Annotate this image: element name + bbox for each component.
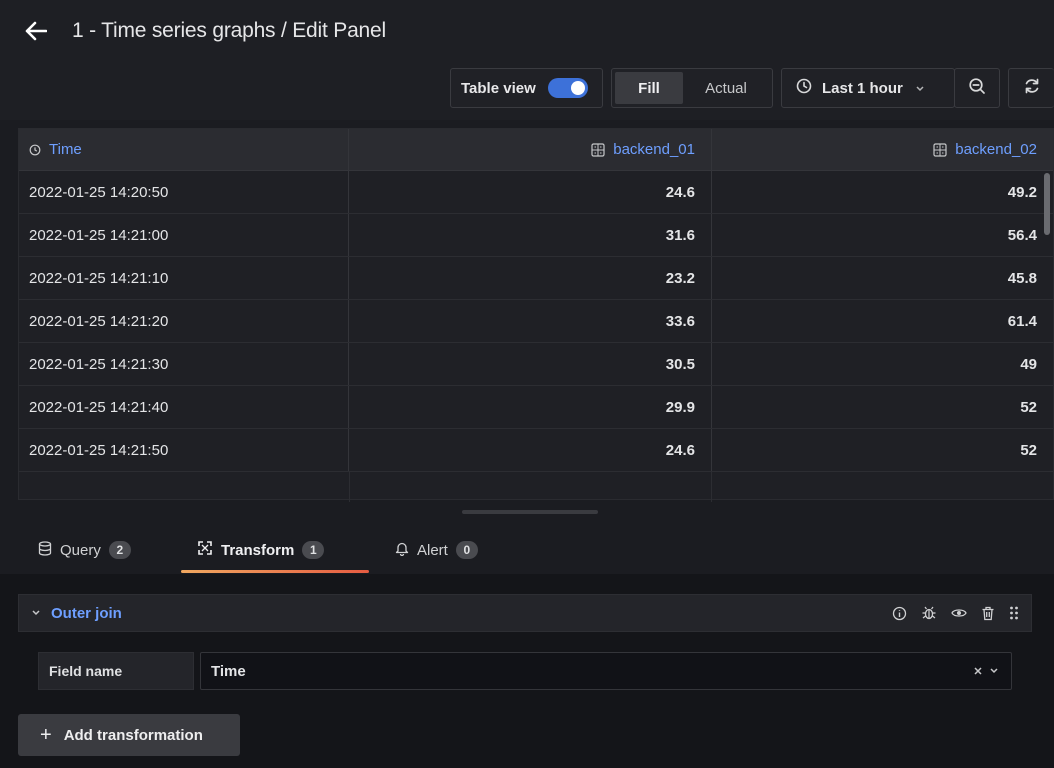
clock-icon: [29, 144, 41, 156]
fill-actual-group: Fill Actual: [611, 68, 773, 108]
cell-time: 2022-01-25 14:21:40: [19, 386, 349, 428]
clock-icon: [796, 78, 812, 98]
field-name-value: Time: [211, 662, 246, 680]
table-row: 2022-01-25 14:21:50 24.6 52: [19, 429, 1053, 472]
cell-backend-02: 61.4: [1007, 312, 1037, 330]
table-row: 2022-01-25 14:20:50 24.6 49.2: [19, 171, 1053, 214]
column-header-time[interactable]: Time: [19, 129, 349, 170]
add-transformation-button[interactable]: + Add transformation: [18, 714, 240, 756]
fill-button[interactable]: Fill: [615, 72, 683, 104]
table-row-partial: [19, 472, 1053, 502]
cell-time: 2022-01-25 14:21:00: [19, 214, 349, 256]
tab-transform[interactable]: Transform 1: [181, 530, 371, 573]
cell-time: 2022-01-25 14:21:10: [19, 257, 349, 299]
number-field-icon: [591, 142, 605, 157]
cell-time: 2022-01-25 14:21:30: [19, 343, 349, 385]
cell-backend-02: 45.8: [1007, 269, 1037, 287]
info-icon[interactable]: [892, 606, 907, 621]
cell-backend-01: 24.6: [349, 429, 712, 471]
actual-button[interactable]: Actual: [683, 72, 769, 104]
cell-backend-01: 23.2: [349, 257, 712, 299]
chevron-down-icon[interactable]: [989, 667, 999, 675]
column-header-label: Time: [49, 141, 82, 158]
data-table: Time backend_01 backend_02 2022-01-25 14…: [18, 128, 1054, 502]
cell-time: 2022-01-25 14:21:20: [19, 300, 349, 342]
number-field-icon: [933, 142, 947, 157]
time-range-picker[interactable]: Last 1 hour: [781, 68, 955, 108]
table-view-toggle[interactable]: Table view: [450, 68, 603, 108]
column-header-label: backend_01: [613, 141, 695, 158]
table-row: 2022-01-25 14:21:00 31.6 56.4: [19, 214, 1053, 257]
tab-label: Alert: [417, 541, 448, 559]
cell-time: 2022-01-25 14:21:50: [19, 429, 349, 471]
database-icon: [38, 540, 52, 560]
table-header: Time backend_01 backend_02: [19, 129, 1053, 171]
edit-panel-app: 1 - Time series graphs / Edit Panel Tabl…: [0, 0, 1054, 768]
cell-backend-02: 52: [1020, 441, 1037, 459]
bell-icon: [395, 541, 409, 560]
count-badge: 0: [455, 541, 478, 559]
cell-backend-01: 29.9: [349, 386, 712, 428]
tab-label: Transform: [221, 541, 295, 559]
count-badge: 2: [108, 541, 131, 559]
transformation-name: Outer join: [51, 604, 122, 622]
panel-toolbar: Table view Fill Actual Last 1 hour: [0, 62, 1054, 120]
chevron-down-icon[interactable]: [31, 604, 41, 622]
table-scrollbar[interactable]: [1044, 173, 1050, 235]
trash-icon[interactable]: [981, 606, 995, 621]
cell-backend-02: 52: [1020, 398, 1037, 416]
plus-icon: +: [40, 724, 52, 746]
refresh-icon: [1023, 77, 1041, 99]
chevron-down-icon: [915, 80, 925, 97]
bug-icon[interactable]: [921, 605, 937, 621]
column-header-backend-02[interactable]: backend_02: [712, 129, 1053, 170]
table-row: 2022-01-25 14:21:40 29.9 52: [19, 386, 1053, 429]
time-range-label: Last 1 hour: [822, 79, 903, 97]
cell-backend-02: 49: [1020, 355, 1037, 373]
editor-tabs: Query 2 Transform 1 Alert 0: [0, 530, 1054, 574]
cell-time: 2022-01-25 14:20:50: [19, 171, 349, 213]
clear-icon[interactable]: [973, 666, 983, 676]
transformation-header[interactable]: Outer join: [18, 594, 1032, 632]
cell-backend-01: 33.6: [349, 300, 712, 342]
refresh-button[interactable]: [1008, 68, 1054, 108]
cell-backend-01: 24.6: [349, 171, 712, 213]
cell-backend-01: 30.5: [349, 343, 712, 385]
transformation-actions: [878, 595, 1019, 631]
transform-editor: Outer join Field name Time + Add transfo…: [0, 574, 1054, 768]
field-name-select[interactable]: Time: [200, 652, 1012, 690]
cell-backend-02: 49.2: [1007, 183, 1037, 201]
cell-backend-02: 56.4: [1007, 226, 1037, 244]
table-view-label: Table view: [461, 79, 536, 97]
add-transformation-label: Add transformation: [63, 726, 203, 744]
zoom-out-icon: [968, 77, 986, 99]
zoom-out-button[interactable]: [954, 68, 1000, 108]
count-badge: 1: [302, 541, 325, 559]
pane-resize-handle[interactable]: [462, 510, 598, 514]
table-row: 2022-01-25 14:21:10 23.2 45.8: [19, 257, 1053, 300]
drag-handle-icon[interactable]: [1009, 605, 1019, 621]
tab-query[interactable]: Query 2: [38, 530, 188, 570]
arrow-left-icon[interactable]: [22, 17, 50, 45]
select-controls: [967, 653, 999, 689]
field-name-label: Field name: [38, 652, 194, 690]
table-row: 2022-01-25 14:21:30 30.5 49: [19, 343, 1053, 386]
column-header-backend-01[interactable]: backend_01: [349, 129, 712, 170]
table-view-switch[interactable]: [547, 78, 588, 98]
top-bar: 1 - Time series graphs / Edit Panel: [0, 0, 1054, 62]
cell-backend-01: 31.6: [349, 214, 712, 256]
tab-label: Query: [60, 541, 101, 559]
eye-icon[interactable]: [951, 606, 967, 620]
tab-alert[interactable]: Alert 0: [395, 530, 478, 570]
table-row: 2022-01-25 14:21:20 33.6 61.4: [19, 300, 1053, 343]
column-header-label: backend_02: [955, 141, 1037, 158]
transform-icon: [197, 540, 213, 560]
page-title: 1 - Time series graphs / Edit Panel: [72, 19, 386, 42]
